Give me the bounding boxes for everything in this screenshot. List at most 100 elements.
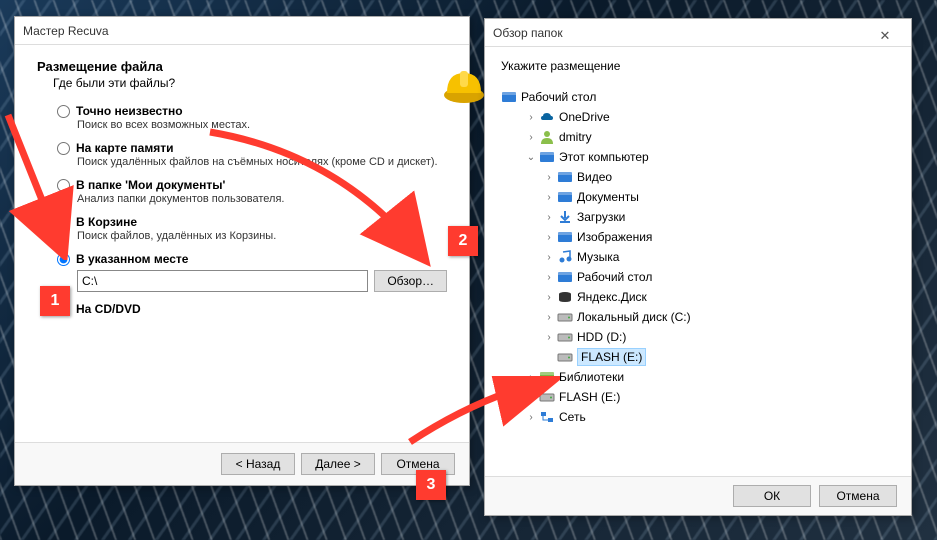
expand-icon[interactable]: ⌄: [525, 152, 537, 163]
expand-icon[interactable]: ›: [525, 112, 537, 123]
tree-node[interactable]: › Сеть: [501, 407, 895, 427]
radio-input[interactable]: [57, 216, 70, 229]
net-icon: [539, 409, 555, 425]
tree-label: Локальный диск (C:): [577, 310, 691, 324]
option-label: Точно неизвестно: [76, 104, 183, 118]
drive-icon: [539, 389, 555, 405]
expand-icon[interactable]: ›: [525, 132, 537, 143]
annotation-3: 3: [416, 470, 446, 500]
tree-root[interactable]: Рабочий стол: [501, 87, 895, 107]
tree-node[interactable]: › Рабочий стол: [501, 267, 895, 287]
tree-label: Музыка: [577, 250, 619, 264]
tree-node[interactable]: › Изображения: [501, 227, 895, 247]
radio-input[interactable]: [57, 105, 70, 118]
tree-node[interactable]: › Видео: [501, 167, 895, 187]
tree-label: Видео: [577, 170, 612, 184]
wizard-subheading: Где были эти файлы?: [53, 76, 447, 90]
expand-icon[interactable]: ›: [543, 332, 555, 343]
folder-tree: Рабочий стол › OneDrive › dmitry ⌄ Этот компью…: [501, 87, 895, 427]
browse-titlebar: Обзор папок ✕: [485, 19, 911, 47]
radio-option[interactable]: В указанном месте Обзор…: [57, 252, 447, 292]
expand-icon[interactable]: ›: [543, 292, 555, 303]
tree-label: FLASH (E:): [577, 348, 646, 366]
desk-icon: [557, 269, 573, 285]
expand-icon[interactable]: ›: [543, 232, 555, 243]
back-button[interactable]: < Назад: [221, 453, 295, 475]
libs-icon: [539, 369, 555, 385]
expand-icon[interactable]: ›: [543, 212, 555, 223]
annotation-2: 2: [448, 226, 478, 256]
drive-icon: [557, 309, 573, 325]
option-desc: Поиск удалённых файлов на съёмных носите…: [77, 156, 447, 168]
tree-node[interactable]: › Яндекс.Диск: [501, 287, 895, 307]
tree-node[interactable]: › OneDrive: [501, 107, 895, 127]
option-desc: Анализ папки документов пользователя.: [77, 193, 447, 205]
pc-icon: [539, 149, 555, 165]
tree-node[interactable]: › Документы: [501, 187, 895, 207]
video-icon: [557, 169, 573, 185]
down-icon: [557, 209, 573, 225]
tree-node[interactable]: › FLASH (E:): [501, 387, 895, 407]
drive-icon: [557, 349, 573, 365]
tree-node[interactable]: FLASH (E:): [501, 347, 895, 367]
expand-icon[interactable]: ›: [525, 372, 537, 383]
radio-input[interactable]: [57, 179, 70, 192]
radio-option[interactable]: На CD/DVD: [57, 302, 447, 316]
tree-label: OneDrive: [559, 110, 610, 124]
tree-node[interactable]: › Музыка: [501, 247, 895, 267]
tree-node[interactable]: › Локальный диск (C:): [501, 307, 895, 327]
recuva-hardhat-icon: [441, 65, 487, 105]
tree-label: Яндекс.Диск: [577, 290, 647, 304]
tree-node[interactable]: › Библиотеки: [501, 367, 895, 387]
option-desc: Поиск файлов, удалённых из Корзины.: [77, 230, 447, 242]
tree-label: Сеть: [559, 410, 586, 424]
option-label: В указанном месте: [76, 252, 188, 266]
radio-option[interactable]: Точно неизвестноПоиск во всех возможных …: [57, 104, 447, 131]
browse-prompt: Укажите размещение: [501, 59, 895, 73]
user-icon: [539, 129, 555, 145]
option-label: На карте памяти: [76, 141, 173, 155]
next-button[interactable]: Далее >: [301, 453, 375, 475]
path-input[interactable]: [77, 270, 368, 292]
music-icon: [557, 249, 573, 265]
tree-label: dmitry: [559, 130, 592, 144]
expand-icon[interactable]: ›: [543, 192, 555, 203]
tree-label: Рабочий стол: [577, 270, 652, 284]
browse-button-row: ОК Отмена: [485, 476, 911, 515]
tree-label: FLASH (E:): [559, 390, 620, 404]
option-label: В Корзине: [76, 215, 137, 229]
radio-option[interactable]: В папке 'Мои документы'Анализ папки доку…: [57, 178, 447, 205]
radio-option[interactable]: На карте памятиПоиск удалённых файлов на…: [57, 141, 447, 168]
wizard-titlebar: Мастер Recuva: [15, 17, 469, 45]
tree-label: Изображения: [577, 230, 652, 244]
tree-node[interactable]: › HDD (D:): [501, 327, 895, 347]
option-desc: Поиск во всех возможных местах.: [77, 119, 447, 131]
browse-button[interactable]: Обзор…: [374, 270, 447, 292]
annotation-1: 1: [40, 286, 70, 316]
wizard-button-row: < Назад Далее > Отмена: [15, 442, 469, 485]
wizard-title: Мастер Recuva: [23, 17, 109, 45]
tree-label: Этот компьютер: [559, 150, 649, 164]
expand-icon[interactable]: ›: [543, 252, 555, 263]
radio-option[interactable]: В КорзинеПоиск файлов, удалённых из Корз…: [57, 215, 447, 242]
tree-node[interactable]: › dmitry: [501, 127, 895, 147]
radio-input[interactable]: [57, 253, 70, 266]
tree-node[interactable]: ⌄ Этот компьютер: [501, 147, 895, 167]
desktop-icon: [501, 89, 517, 105]
expand-icon[interactable]: ›: [543, 172, 555, 183]
tree-label: HDD (D:): [577, 330, 626, 344]
tree-label: Документы: [577, 190, 639, 204]
close-icon[interactable]: ✕: [867, 22, 903, 44]
tree-label: Библиотеки: [559, 370, 624, 384]
expand-icon[interactable]: ›: [543, 312, 555, 323]
expand-icon[interactable]: ›: [525, 412, 537, 423]
tree-label: Рабочий стол: [521, 90, 596, 104]
radio-input[interactable]: [57, 142, 70, 155]
ok-button[interactable]: ОК: [733, 485, 811, 507]
expand-icon[interactable]: ›: [525, 392, 537, 403]
onedrive-icon: [539, 109, 555, 125]
tree-node[interactable]: ›Загрузки: [501, 207, 895, 227]
browse-cancel-button[interactable]: Отмена: [819, 485, 897, 507]
expand-icon[interactable]: ›: [543, 272, 555, 283]
docs-icon: [557, 189, 573, 205]
